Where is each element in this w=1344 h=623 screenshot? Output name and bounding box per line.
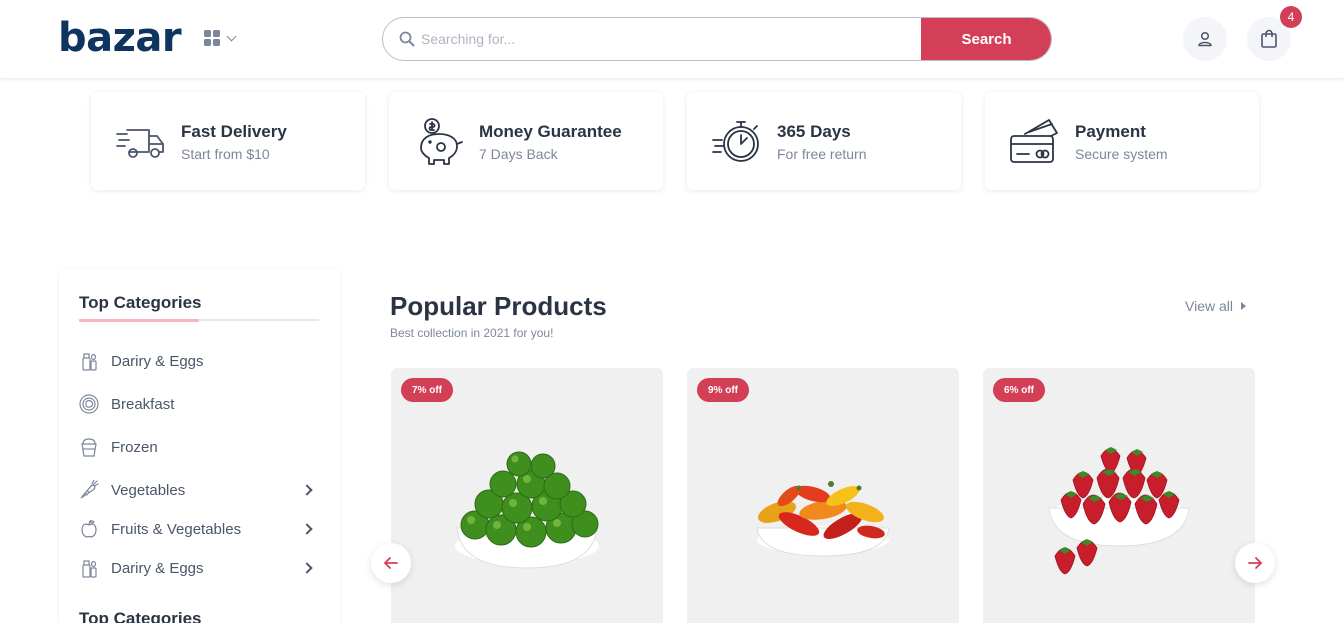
sidebar-item-vegetables[interactable]: Vegetables <box>79 476 319 504</box>
site-header: bazar Search 4 <box>0 0 1344 79</box>
service-card-payment: Payment Secure system <box>985 92 1259 190</box>
sidebar-title: Top Categories <box>79 293 202 312</box>
sidebar-item-label: Breakfast <box>111 395 175 413</box>
search-button[interactable]: Search <box>921 18 1051 60</box>
service-card-guarantee: Money Guarantee 7 Days Back <box>389 92 663 190</box>
sidebar-item-label: Dariry & Eggs <box>111 559 204 577</box>
product-card[interactable]: 7% off <box>391 368 663 623</box>
service-card-delivery: Fast Delivery Start from $10 <box>91 92 365 190</box>
logo[interactable]: bazar <box>58 18 182 58</box>
stopwatch-icon <box>712 121 759 162</box>
search-input[interactable] <box>421 18 921 60</box>
grid-icon <box>204 30 220 46</box>
caret-right-icon <box>1241 302 1246 310</box>
sidebar-item-label: Frozen <box>111 438 158 456</box>
sidebar-item-fruits-vegetables[interactable]: Fruits & Vegetables <box>79 515 319 543</box>
service-subtitle: 7 Days Back <box>479 146 558 162</box>
service-title: Money Guarantee <box>479 122 622 141</box>
milk-bottle-icon <box>79 558 99 578</box>
carousel-prev-button[interactable] <box>371 543 411 583</box>
milk-bottle-icon <box>79 351 99 371</box>
peppers-bowl-image <box>756 481 890 557</box>
sidebar-item-breakfast[interactable]: Breakfast <box>79 390 319 418</box>
shopping-bag-icon <box>1261 29 1277 48</box>
chevron-right-icon <box>301 523 313 535</box>
search-icon <box>383 18 421 60</box>
truck-icon <box>116 129 164 158</box>
view-all-label: View all <box>1185 298 1233 314</box>
arrow-left-icon <box>384 557 398 569</box>
sidebar-item-label: Vegetables <box>111 481 186 499</box>
strawberries-bowl-image <box>1048 447 1190 575</box>
sidebar-item-dairy-eggs-2[interactable]: Dariry & Eggs <box>79 554 319 582</box>
frozen-cup-icon <box>79 437 99 457</box>
account-button[interactable] <box>1183 17 1227 61</box>
chevron-right-icon <box>301 484 313 496</box>
carousel-next-button[interactable] <box>1235 543 1275 583</box>
cart-count-badge: 4 <box>1280 6 1302 28</box>
credit-card-icon <box>1010 119 1058 163</box>
service-subtitle: For free return <box>777 146 867 162</box>
chevron-down-icon <box>226 31 237 41</box>
service-title: Fast Delivery <box>181 122 287 141</box>
service-title: Payment <box>1075 122 1146 141</box>
sidebar-title-secondary: Top Categories <box>79 609 202 623</box>
category-sidebar: Top Categories Dariry & Eggs Breakfast F… <box>59 269 340 623</box>
service-card-returns: 365 Days For free return <box>687 92 961 190</box>
limes-bowl-image <box>455 451 599 569</box>
carrot-icon <box>79 480 99 500</box>
discount-badge: 9% off <box>697 378 749 402</box>
discount-badge: 7% off <box>401 378 453 402</box>
product-card[interactable]: 6% off <box>983 368 1255 623</box>
discount-badge: 6% off <box>993 378 1045 402</box>
section-title: Popular Products <box>390 291 607 321</box>
sidebar-item-dairy-eggs[interactable]: Dariry & Eggs <box>79 347 319 375</box>
service-title: 365 Days <box>777 122 851 141</box>
search-bar: Search <box>382 17 1052 61</box>
chevron-right-icon <box>301 562 313 574</box>
service-subtitle: Secure system <box>1075 146 1168 162</box>
title-underline-accent <box>79 319 199 322</box>
sidebar-item-frozen[interactable]: Frozen <box>79 433 319 461</box>
piggy-bank-icon <box>420 118 463 165</box>
section-subtitle: Best collection in 2021 for you! <box>390 326 554 340</box>
view-all-link[interactable]: View all <box>1185 298 1246 314</box>
category-menu-toggle[interactable] <box>204 30 237 46</box>
sidebar-item-label: Fruits & Vegetables <box>111 520 242 538</box>
plate-icon <box>79 394 99 414</box>
arrow-right-icon <box>1248 557 1262 569</box>
apple-icon <box>79 519 99 539</box>
user-icon <box>1198 31 1212 47</box>
sidebar-item-label: Dariry & Eggs <box>111 352 204 370</box>
product-card[interactable]: 9% off <box>687 368 959 623</box>
service-subtitle: Start from $10 <box>181 146 270 162</box>
